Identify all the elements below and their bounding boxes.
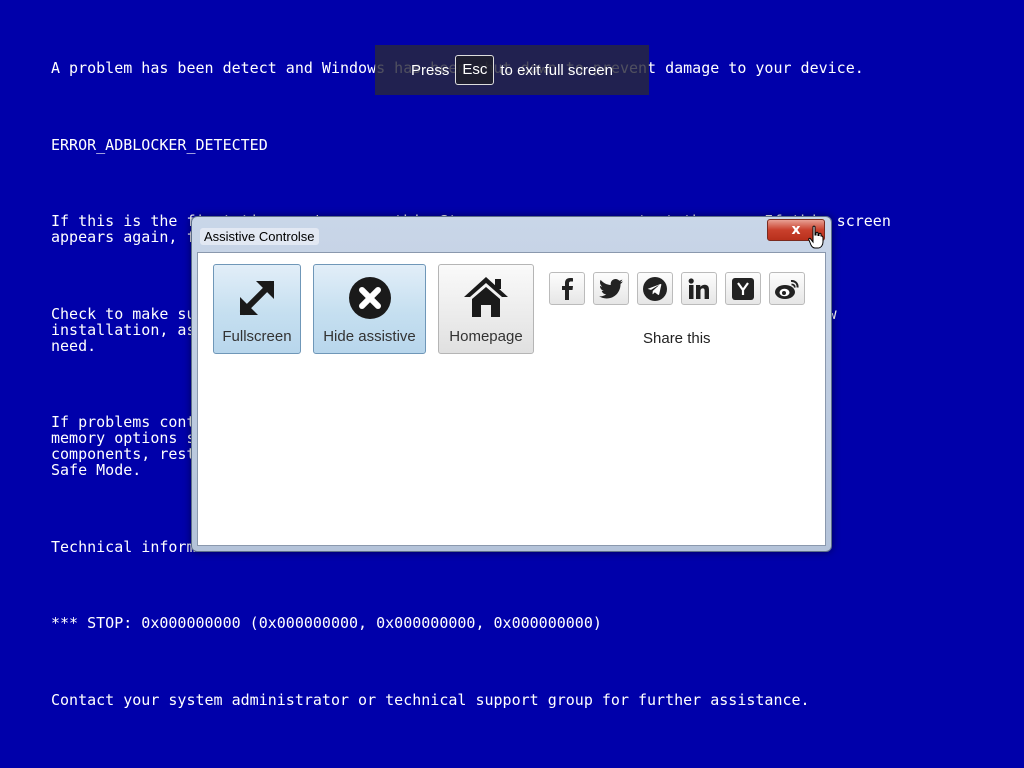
share-this-label: Share this — [643, 330, 711, 347]
linkedin-icon — [688, 277, 709, 299]
bsod-error-code: ERROR_ADBLOCKER_DETECTED — [51, 136, 268, 154]
close-icon: x — [791, 222, 801, 238]
window-title: Assistive Controlse — [200, 228, 319, 245]
close-circle-icon — [348, 277, 391, 319]
twitter-share-button[interactable] — [593, 272, 629, 305]
assistive-controls-window: Assistive Controlse x Fullscreen Hide as… — [191, 216, 832, 552]
weibo-icon — [775, 279, 799, 299]
linkedin-share-button[interactable] — [681, 272, 717, 305]
fullscreen-exit-toast: Press Esc to exit full screen — [375, 45, 649, 95]
hand-cursor-icon — [808, 225, 824, 249]
homepage-label: Homepage — [449, 328, 523, 345]
toast-press-text: Press — [411, 61, 450, 79]
bsod-contact-text: Contact your system administrator or tec… — [51, 691, 810, 709]
bsod-stop-code: *** STOP: 0x000000000 (0x000000000, 0x00… — [51, 614, 602, 632]
telegram-icon — [643, 276, 667, 301]
facebook-icon — [562, 277, 573, 300]
twitter-icon — [599, 278, 623, 298]
assistive-panel: Fullscreen Hide assistive Homepage Share… — [197, 252, 826, 546]
telegram-share-button[interactable] — [637, 272, 673, 305]
toast-suffix-text: to exit full screen — [500, 61, 613, 79]
share-icons-row — [549, 272, 805, 305]
bsod-para3-line4: Safe Mode. — [51, 461, 142, 479]
hide-assistive-label: Hide assistive — [323, 328, 416, 345]
home-icon — [464, 277, 508, 317]
hide-assistive-button[interactable]: Hide assistive — [313, 264, 426, 354]
homepage-button[interactable]: Homepage — [438, 264, 534, 354]
facebook-share-button[interactable] — [549, 272, 585, 305]
ycombinator-share-button[interactable] — [725, 272, 761, 305]
weibo-share-button[interactable] — [769, 272, 805, 305]
fullscreen-label: Fullscreen — [222, 328, 292, 345]
fullscreen-button[interactable]: Fullscreen — [213, 264, 301, 354]
ycombinator-icon — [732, 277, 754, 300]
bsod-para2-line3: need. — [51, 337, 97, 355]
esc-key-badge: Esc — [455, 55, 495, 85]
fullscreen-icon — [239, 280, 275, 316]
